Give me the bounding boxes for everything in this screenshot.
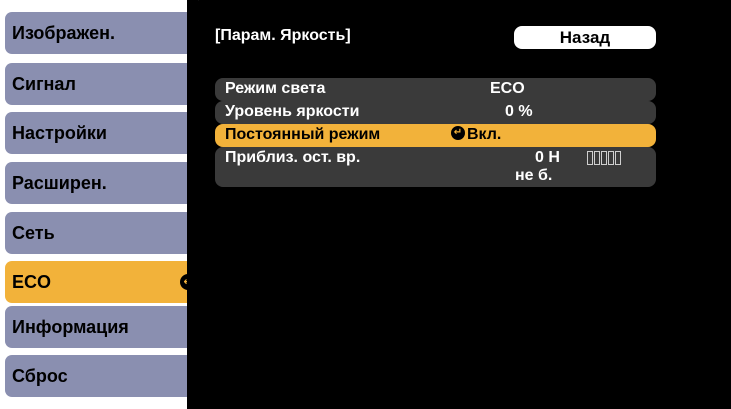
back-button-label: Назад (559, 27, 611, 47)
menu-item-eco[interactable]: ECO ↵ (5, 261, 203, 303)
back-button[interactable]: Назад (514, 26, 656, 49)
setting-value: 0 % (505, 103, 533, 120)
bar-segment (615, 151, 621, 165)
menu-item-reset[interactable]: Сброс (5, 355, 187, 397)
menu-item-image[interactable]: Изображен. (5, 12, 187, 54)
setting-value-secondary: не б. (515, 167, 553, 184)
menu-item-network[interactable]: Сеть (5, 212, 187, 254)
setting-light-mode[interactable]: Режим света ECO (215, 78, 656, 101)
menu-item-label: ECO (12, 271, 52, 292)
setting-remaining-time[interactable]: Приблиз. ост. вр. 0 H не б. (215, 147, 656, 187)
setting-label: Режим света (225, 80, 326, 97)
settings-list: Режим света ECO Уровень яркости 0 % Пост… (215, 78, 656, 187)
menu-item-label: Сброс (12, 365, 68, 386)
setting-constant-mode[interactable]: Постоянный режим ↵ Вкл. (215, 124, 656, 147)
menu-item-label: Изображен. (12, 22, 115, 43)
setting-value-wrap: ↵ Вкл. (451, 126, 501, 144)
setting-value: Вкл. (467, 126, 502, 143)
setting-label: Постоянный режим (225, 126, 381, 143)
panel-divider (187, 0, 198, 409)
eco-settings-screen: Изображен. Сигнал Настройки Расширен. Се… (0, 0, 731, 409)
menu-item-extended[interactable]: Расширен. (5, 162, 187, 204)
setting-label: Приблиз. ост. вр. (225, 149, 361, 166)
settings-panel (187, 0, 731, 409)
menu-item-information[interactable]: Информация (5, 306, 187, 348)
menu-item-label: Сеть (12, 222, 55, 243)
menu-item-label: Расширен. (12, 172, 107, 193)
main-menu: Изображен. Сигнал Настройки Расширен. Се… (0, 0, 203, 409)
menu-item-label: Информация (12, 316, 129, 337)
setting-value: 0 H (535, 149, 560, 166)
setting-value: ECO (490, 80, 525, 97)
bar-segment (594, 151, 600, 165)
remaining-time-bar (587, 151, 621, 165)
setting-brightness-level[interactable]: Уровень яркости 0 % (215, 101, 656, 124)
bar-segment (601, 151, 607, 165)
menu-item-settings[interactable]: Настройки (5, 112, 187, 154)
menu-item-signal[interactable]: Сигнал (5, 63, 187, 105)
page-title: [Парам. Яркость] (215, 27, 351, 44)
setting-label: Уровень яркости (225, 103, 360, 120)
bar-segment (587, 151, 593, 165)
menu-item-label: Сигнал (12, 73, 76, 94)
menu-item-label: Настройки (12, 122, 107, 143)
enter-icon: ↵ (451, 126, 465, 141)
bar-segment (608, 151, 614, 165)
